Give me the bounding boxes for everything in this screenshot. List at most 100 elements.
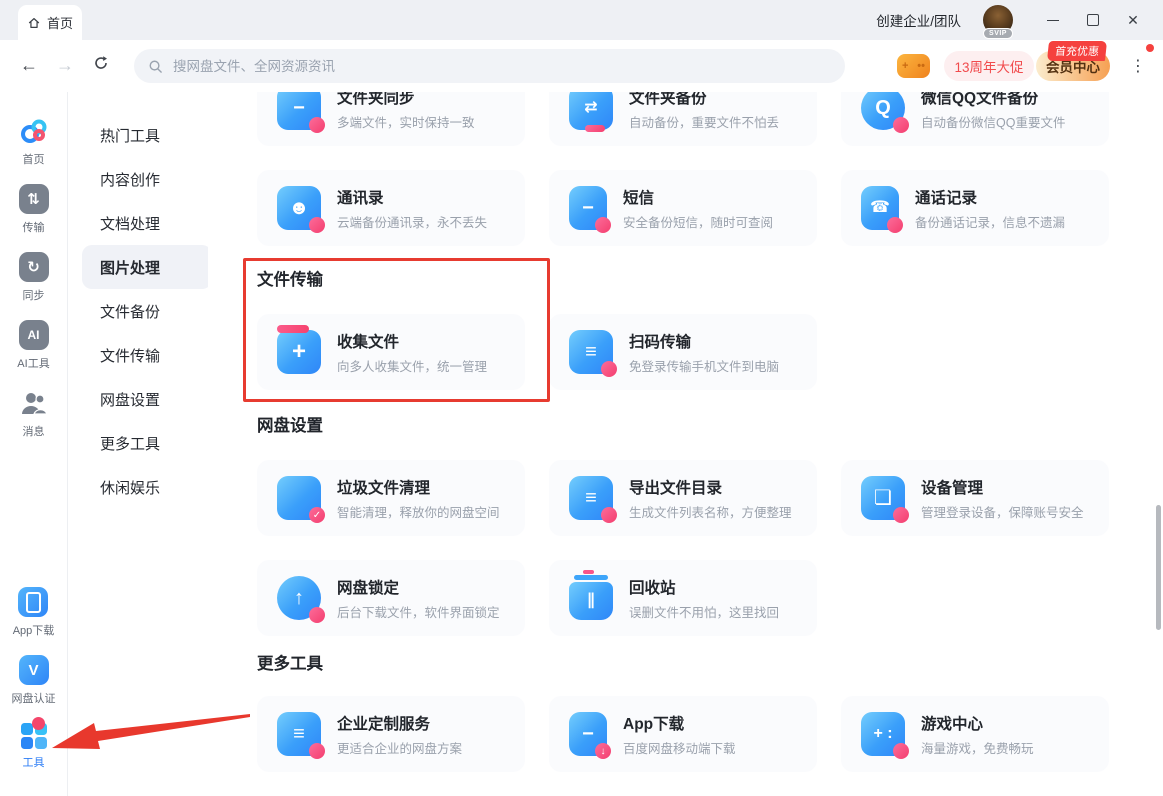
- tool-card-app-download[interactable]: −↓ App下载 百度网盘移动端下载: [549, 696, 817, 772]
- tool-card-junk-clean[interactable]: ✓ 垃圾文件清理 智能清理，释放你的网盘空间: [257, 460, 525, 536]
- minimize-button[interactable]: [1033, 0, 1073, 40]
- tool-title: 通讯录: [337, 186, 487, 208]
- tool-subtitle: 向多人收集文件，统一管理: [337, 356, 487, 375]
- rail-item-certification[interactable]: V 网盘认证: [12, 655, 56, 706]
- tool-title: 文件夹备份: [629, 92, 779, 108]
- tool-card-netdisk-lock[interactable]: ↑ 网盘锁定 后台下载文件，软件界面锁定: [257, 560, 525, 636]
- back-icon: ←: [20, 55, 38, 75]
- section-more-grid: ≡ 企业定制服务 更适合企业的网盘方案 −↓ App下载 百度网盘移动端下载 +…: [257, 696, 1109, 796]
- tools-panel: − 文件夹同步 多端文件，实时保持一致 ⇄ 文件夹备份 自动备份，重要文件不怕丢…: [208, 92, 1163, 796]
- rail-item-transfer[interactable]: ⇅ 传输: [19, 184, 49, 235]
- category-netdisk-settings[interactable]: 网盘设置: [82, 377, 212, 421]
- rail-item-app-download[interactable]: App下载: [13, 587, 55, 638]
- tool-title: App下载: [623, 712, 736, 734]
- tab-home[interactable]: 首页: [18, 5, 82, 40]
- tool-subtitle: 更适合企业的网盘方案: [337, 738, 462, 757]
- tool-subtitle: 误删文件不用怕，这里找回: [629, 602, 779, 621]
- forward-button[interactable]: →: [52, 55, 78, 76]
- wechat-qq-backup-icon: Q: [861, 92, 905, 130]
- tool-card-sms[interactable]: − 短信 安全备份短信，随时可查阅: [549, 170, 817, 246]
- tool-card-folder-sync[interactable]: − 文件夹同步 多端文件，实时保持一致: [257, 92, 525, 146]
- category-file-backup[interactable]: 文件备份: [82, 289, 212, 333]
- tool-title: 垃圾文件清理: [337, 476, 500, 498]
- refresh-icon: [93, 55, 109, 71]
- tool-subtitle: 安全备份短信，随时可查阅: [623, 212, 773, 231]
- tool-card-recycle-bin[interactable]: ∥ 回收站 误删文件不用怕，这里找回: [549, 560, 817, 636]
- tool-card-device-management[interactable]: ❏ 设备管理 管理登录设备，保障账号安全: [841, 460, 1109, 536]
- minimize-icon: [1047, 20, 1059, 21]
- tool-subtitle: 百度网盘移动端下载: [623, 738, 736, 757]
- folder-backup-icon: ⇄: [569, 92, 613, 130]
- tools-notification-dot: [32, 717, 45, 730]
- category-content-creation[interactable]: 内容创作: [82, 157, 212, 201]
- rail-item-tools[interactable]: 工具: [21, 723, 47, 770]
- tool-card-enterprise-service[interactable]: ≡ 企业定制服务 更适合企业的网盘方案: [257, 696, 525, 772]
- rail-item-messages[interactable]: 消息: [19, 388, 49, 439]
- close-button[interactable]: ✕: [1113, 0, 1153, 40]
- netdisk-certification-icon: V: [19, 655, 49, 685]
- maximize-button[interactable]: [1073, 0, 1113, 40]
- search-input[interactable]: [171, 58, 831, 75]
- tool-title: 回收站: [629, 576, 779, 598]
- sync-icon: ↻: [19, 252, 49, 282]
- section-heading-file-transfer: 文件传输: [257, 266, 1109, 290]
- tool-card-call-log[interactable]: ☎ 通话记录 备份通话记录，信息不遗漏: [841, 170, 1109, 246]
- search-icon: [148, 59, 163, 74]
- maximize-icon: [1087, 14, 1099, 26]
- category-hot-tools[interactable]: 热门工具: [82, 113, 212, 157]
- tool-title: 设备管理: [921, 476, 1084, 498]
- category-leisure[interactable]: 休闲娱乐: [82, 465, 212, 509]
- tool-title: 游戏中心: [921, 712, 1034, 734]
- tool-subtitle: 海量游戏，免费畅玩: [921, 738, 1034, 757]
- messages-icon: [19, 388, 49, 418]
- vertical-scrollbar[interactable]: [1156, 505, 1161, 630]
- tool-card-collect-files[interactable]: + 收集文件 向多人收集文件，统一管理: [257, 314, 525, 390]
- call-log-icon: ☎: [861, 186, 899, 230]
- game-promo-icon[interactable]: +••: [897, 54, 930, 78]
- category-image-processing[interactable]: 图片处理: [82, 245, 212, 289]
- create-team-link[interactable]: 创建企业/团队: [876, 10, 961, 30]
- tool-card-contacts[interactable]: ☻ 通讯录 云端备份通讯录，永不丢失: [257, 170, 525, 246]
- tool-subtitle: 备份通话记录，信息不遗漏: [915, 212, 1065, 231]
- rail-item-home[interactable]: 首页: [19, 116, 49, 167]
- avatar-vip-badge: SVIP: [983, 28, 1013, 39]
- tool-card-scan-transfer[interactable]: ≡ 扫码传输 免登录传输手机文件到电脑: [549, 314, 817, 390]
- kebab-menu-button[interactable]: ⋮: [1124, 52, 1152, 80]
- search-bar[interactable]: [134, 49, 845, 83]
- category-more-tools[interactable]: 更多工具: [82, 421, 212, 465]
- tool-title: 收集文件: [337, 330, 487, 352]
- tool-subtitle: 多端文件，实时保持一致: [337, 112, 475, 131]
- refresh-button[interactable]: [88, 55, 114, 76]
- section-transfer-grid: + 收集文件 向多人收集文件，统一管理 ≡ 扫码传输 免登录传输手机文件到电脑: [257, 314, 1109, 390]
- app-download-rail-icon: [18, 587, 48, 617]
- folder-sync-icon: −: [277, 92, 321, 130]
- tool-title: 短信: [623, 186, 773, 208]
- anniversary-promo-pill[interactable]: 13周年大促: [944, 51, 1034, 81]
- scan-transfer-icon: ≡: [569, 330, 613, 374]
- tool-card-export-file-list[interactable]: ≡ 导出文件目录 生成文件列表名称，方便整理: [549, 460, 817, 536]
- enterprise-service-icon: ≡: [277, 712, 321, 756]
- tool-card-game-center[interactable]: + : 游戏中心 海量游戏，免费畅玩: [841, 696, 1109, 772]
- category-file-transfer[interactable]: 文件传输: [82, 333, 212, 377]
- tool-card-folder-backup[interactable]: ⇄ 文件夹备份 自动备份，重要文件不怕丢: [549, 92, 817, 146]
- netdisk-logo-icon: [19, 116, 49, 146]
- avatar[interactable]: SVIP: [983, 5, 1013, 35]
- category-sidebar: 热门工具 内容创作 文档处理 图片处理 文件备份 文件传输 网盘设置 更多工具 …: [68, 92, 208, 796]
- export-file-list-icon: ≡: [569, 476, 613, 520]
- category-document-processing[interactable]: 文档处理: [82, 201, 212, 245]
- tool-card-wechat-qq-backup[interactable]: Q 微信QQ文件备份 自动备份微信QQ重要文件: [841, 92, 1109, 146]
- section-heading-more-tools: 更多工具: [257, 650, 1109, 674]
- notification-dot: [1146, 44, 1154, 52]
- device-management-icon: ❏: [861, 476, 905, 520]
- rail-item-ai-tools[interactable]: AI AI工具: [17, 320, 49, 371]
- back-button[interactable]: ←: [16, 55, 42, 76]
- contacts-icon: ☻: [277, 186, 321, 230]
- rail-item-sync[interactable]: ↻ 同步: [19, 252, 49, 303]
- close-icon: ✕: [1127, 12, 1139, 29]
- tool-subtitle: 自动备份，重要文件不怕丢: [629, 112, 779, 131]
- kebab-menu-icon: ⋮: [1130, 56, 1146, 76]
- recycle-bin-icon: ∥: [569, 582, 613, 620]
- transfer-icon: ⇅: [19, 184, 49, 214]
- tool-subtitle: 云端备份通讯录，永不丢失: [337, 212, 487, 231]
- tool-subtitle: 免登录传输手机文件到电脑: [629, 356, 779, 375]
